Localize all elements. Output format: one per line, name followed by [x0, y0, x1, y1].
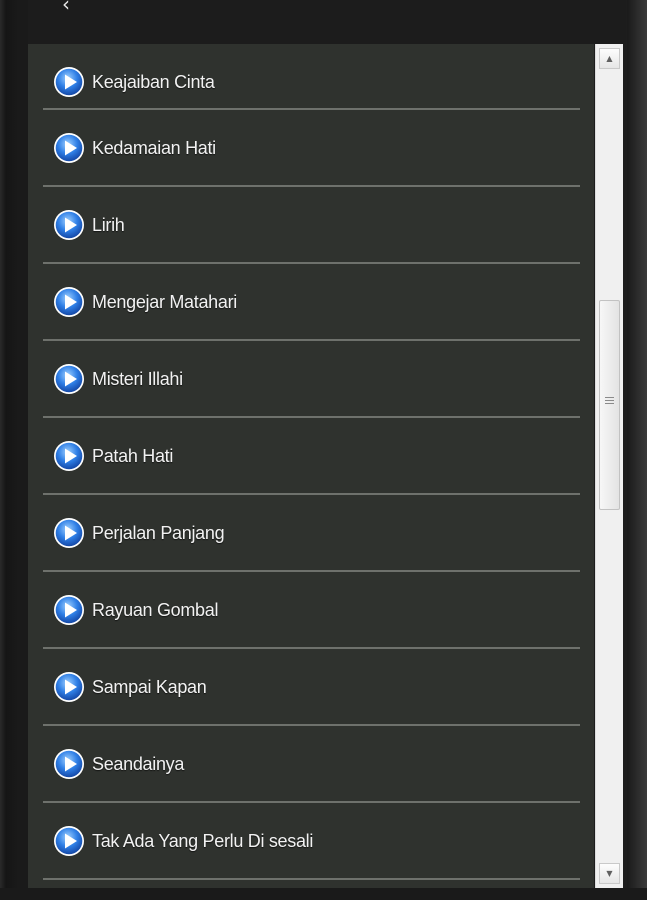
list-item-label: Perjalan Panjang	[92, 522, 225, 543]
list-item[interactable]: Misteri Illahi	[43, 341, 580, 418]
play-icon	[54, 286, 84, 317]
grip-icon	[605, 397, 614, 406]
list-item-label: Misteri Illahi	[92, 368, 183, 389]
scroll-down-button[interactable]: ▼	[599, 863, 620, 884]
play-icon	[54, 209, 84, 240]
list-item[interactable]: Seandainya	[43, 726, 580, 803]
list-item[interactable]: Mengejar Matahari	[43, 264, 580, 341]
top-bar	[28, 0, 626, 44]
list-item-partial[interactable]	[43, 880, 580, 888]
play-icon	[54, 363, 84, 394]
list-item[interactable]: Sampai Kapan	[43, 649, 580, 726]
play-icon	[54, 67, 84, 97]
list-item-label: Lirih	[92, 214, 125, 235]
play-icon	[54, 517, 84, 548]
back-icon[interactable]: ‹	[62, 0, 70, 14]
list-item[interactable]: Lirih	[43, 187, 580, 264]
list-item-label: Sampai Kapan	[92, 676, 207, 697]
list-item-label: Kedamaian Hati	[92, 137, 216, 158]
list-item[interactable]: Patah Hati	[43, 418, 580, 495]
play-icon	[54, 440, 84, 471]
list-item[interactable]: Rayuan Gombal	[43, 572, 580, 649]
play-icon	[54, 748, 84, 779]
play-icon	[54, 132, 84, 163]
list-item[interactable]: Tak Ada Yang Perlu Di sesali	[43, 803, 580, 880]
song-list: Keajaiban Cinta Kedamaian Hati Lirih Mengej…	[43, 44, 580, 888]
list-item-label: Mengejar Matahari	[92, 291, 237, 312]
play-icon	[54, 594, 84, 625]
play-icon	[54, 825, 84, 856]
bottom-bar	[0, 888, 647, 900]
list-item[interactable]: Kedamaian Hati	[43, 110, 580, 187]
list-item-label: Patah Hati	[92, 445, 174, 466]
play-icon	[54, 671, 84, 702]
device-frame-right	[627, 0, 647, 900]
list-item-label: Seandainya	[92, 753, 185, 774]
list-item[interactable]: Keajaiban Cinta	[43, 44, 580, 110]
vertical-scrollbar[interactable]: ▲ ▼	[595, 44, 623, 888]
scroll-thumb[interactable]	[599, 300, 620, 510]
list-item-label: Tak Ada Yang Perlu Di sesali	[92, 830, 314, 851]
song-list-panel: Keajaiban Cinta Kedamaian Hati Lirih Mengej…	[28, 44, 594, 888]
list-item-label: Keajaiban Cinta	[92, 72, 215, 92]
list-item[interactable]: Perjalan Panjang	[43, 495, 580, 572]
list-item-label: Rayuan Gombal	[92, 599, 219, 620]
scroll-up-button[interactable]: ▲	[599, 48, 620, 69]
